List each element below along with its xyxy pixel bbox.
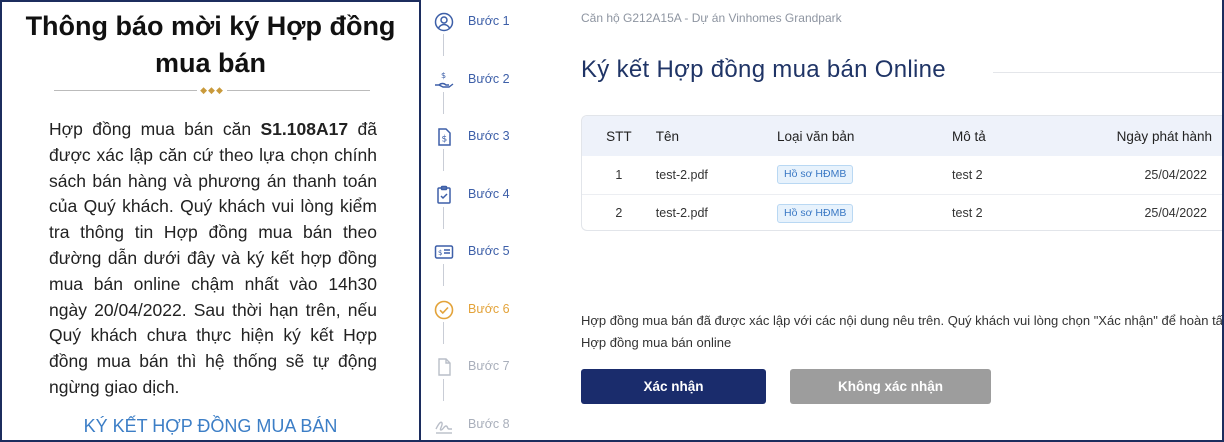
step-label: Bước 1	[468, 14, 510, 28]
step-connector	[443, 149, 444, 171]
step-connector	[443, 92, 444, 114]
cell-description: test 2	[952, 193, 1079, 230]
step-4[interactable]: Bước 4	[432, 183, 552, 207]
step-label: Bước 3	[468, 129, 510, 143]
column-header-description: Mô tả	[952, 128, 986, 144]
step-5[interactable]: $ Bước 5	[432, 240, 552, 264]
hand-money-icon: $	[432, 68, 456, 92]
step-connector	[443, 34, 444, 56]
svg-text:$: $	[441, 71, 446, 80]
step-3[interactable]: $ Bước 3	[432, 125, 552, 149]
table-row[interactable]: 1 test-2.pdf Hồ sơ HĐMB test 2 25/04/202…	[582, 156, 1222, 194]
divider-line-left	[54, 90, 197, 91]
notice-body-rest: đã được xác lập căn cứ theo lựa chọn chí…	[49, 119, 377, 397]
step-progress-sidebar: Bước 1 $ Bước 2 $ Bước 3 Bước 4 $ Bước 5	[421, 0, 571, 440]
column-header-date: Ngày phát hành	[1116, 128, 1212, 144]
unit-code: S1.108A17	[260, 119, 349, 139]
table-row[interactable]: 2 test-2.pdf Hồ sơ HĐMB test 2 25/04/202…	[582, 193, 1222, 230]
step-label: Bước 4	[468, 187, 510, 201]
step-2[interactable]: $ Bước 2	[432, 68, 552, 92]
confirmation-message: Hợp đồng mua bán đã được xác lập với các…	[581, 313, 1224, 350]
table-header-row: STT Tên Loại văn bản Mô tả Ngày phát hàn…	[582, 116, 1222, 156]
step-label: Bước 7	[468, 359, 510, 373]
divider-ornament-icon: ◆◆◆	[200, 85, 224, 95]
documents-table: STT Tên Loại văn bản Mô tả Ngày phát hàn…	[581, 115, 1222, 231]
svg-text:$: $	[442, 135, 448, 145]
divider-line-right	[227, 90, 370, 91]
cell-date: 25/04/2022	[1144, 167, 1207, 182]
cell-stt: 2	[582, 193, 656, 230]
notice-title: Thông báo mời ký Hợp đồng mua bán	[25, 11, 396, 78]
step-connector	[443, 322, 444, 344]
step-1[interactable]: Bước 1	[432, 10, 552, 34]
step-connector	[443, 264, 444, 286]
file-icon	[432, 355, 456, 379]
step-label: Bước 2	[468, 72, 510, 86]
doc-type-badge: Hồ sơ HĐMB	[777, 165, 854, 185]
invitation-notice-panel: Thông báo mời ký Hợp đồng mua bán ◆◆◆ Hợ…	[0, 0, 421, 442]
signature-icon	[432, 413, 456, 437]
check-circle-icon	[432, 298, 456, 322]
svg-text:$: $	[438, 249, 442, 257]
column-header-stt: STT	[606, 128, 632, 144]
cell-file-name[interactable]: test-2.pdf	[656, 156, 777, 194]
notice-body-start: Hợp đồng mua bán căn	[49, 119, 261, 139]
document-dollar-icon: $	[432, 125, 456, 149]
step-6[interactable]: Bước 6	[432, 298, 552, 322]
step-connector	[443, 379, 444, 401]
column-header-type: Loại văn bản	[777, 128, 855, 144]
confirm-button[interactable]: Xác nhận	[581, 369, 766, 404]
user-circle-icon	[432, 10, 456, 34]
step-8[interactable]: Bước 8	[432, 413, 552, 437]
cell-doc-type: Hồ sơ HĐMB	[777, 156, 952, 194]
cell-date: 25/04/2022	[1078, 193, 1222, 230]
title-divider	[993, 72, 1222, 73]
page-title: Ký kết Hợp đồng mua bán Online	[581, 56, 946, 83]
step-label: Bước 6	[468, 302, 510, 316]
card-icon: $	[432, 240, 456, 264]
column-header-name: Tên	[655, 128, 680, 144]
step-label: Bước 8	[468, 417, 510, 431]
main-content: Căn hộ G212A15A - Dự án Vinhomes Grandpa…	[581, 0, 1224, 440]
cell-stt: 1	[615, 167, 623, 182]
sign-contract-link[interactable]: KÝ KẾT HỢP ĐỒNG MUA BÁN	[2, 416, 419, 437]
cell-doc-type: Hồ sơ HĐMB	[777, 193, 953, 230]
breadcrumb: Căn hộ G212A15A - Dự án Vinhomes Grandpa…	[581, 11, 842, 25]
clipboard-check-icon	[432, 183, 456, 207]
notice-body: Hợp đồng mua bán căn S1.108A17 đã được x…	[49, 117, 377, 401]
contract-signing-app: Bước 1 $ Bước 2 $ Bước 3 Bước 4 $ Bước 5	[421, 0, 1224, 442]
cell-file-name[interactable]: test-2.pdf	[655, 193, 778, 230]
doc-type-badge: Hồ sơ HĐMB	[777, 203, 854, 223]
reject-button[interactable]: Không xác nhận	[790, 369, 991, 404]
step-label: Bước 5	[468, 244, 510, 258]
cell-description: test 2	[952, 167, 983, 182]
step-7[interactable]: Bước 7	[432, 355, 552, 379]
step-connector	[443, 207, 444, 229]
